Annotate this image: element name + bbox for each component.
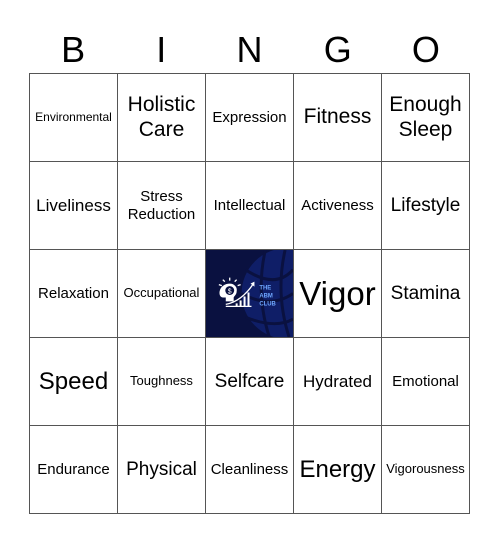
- bingo-cell[interactable]: Physical: [118, 426, 206, 514]
- header-letter-o: O: [411, 29, 440, 70]
- bingo-cell[interactable]: Hydrated: [294, 338, 382, 426]
- header-letter-b: B: [61, 29, 86, 70]
- bingo-cell[interactable]: Relaxation: [30, 250, 118, 338]
- bingo-cell[interactable]: Enough Sleep: [382, 74, 470, 162]
- bingo-cell[interactable]: Vigor: [294, 250, 382, 338]
- logo-text-line-3: CLUB: [259, 301, 275, 307]
- bingo-cell[interactable]: Occupational: [118, 250, 206, 338]
- header-letter-i: I: [156, 29, 167, 70]
- free-space-logo[interactable]: $ THE ABM CLUB: [206, 250, 294, 338]
- logo-text-line-2: ABM: [259, 293, 273, 299]
- header-letter-n: N: [236, 29, 263, 70]
- bingo-cell[interactable]: Vigorousness: [382, 426, 470, 514]
- bingo-cell[interactable]: Liveliness: [30, 162, 118, 250]
- bingo-cell[interactable]: Energy: [294, 426, 382, 514]
- bingo-cell[interactable]: Fitness: [294, 74, 382, 162]
- svg-text:$: $: [228, 289, 232, 296]
- bingo-cell[interactable]: Selfcare: [206, 338, 294, 426]
- logo-text-line-1: THE: [259, 286, 271, 292]
- bingo-cell[interactable]: Activeness: [294, 162, 382, 250]
- bingo-cell[interactable]: Intellectual: [206, 162, 294, 250]
- bingo-cell[interactable]: Toughness: [118, 338, 206, 426]
- bingo-header: B I N G O: [29, 28, 470, 72]
- bingo-cell[interactable]: Endurance: [30, 426, 118, 514]
- abm-club-logo: $ THE ABM CLUB: [206, 250, 293, 337]
- header-letter-g: G: [323, 29, 352, 70]
- bingo-cell[interactable]: Stamina: [382, 250, 470, 338]
- bingo-cell[interactable]: Stress Reduction: [118, 162, 206, 250]
- bingo-cell[interactable]: Speed: [30, 338, 118, 426]
- bingo-cell[interactable]: Cleanliness: [206, 426, 294, 514]
- bingo-cell[interactable]: Expression: [206, 74, 294, 162]
- bingo-cell[interactable]: Emotional: [382, 338, 470, 426]
- bingo-cell[interactable]: Lifestyle: [382, 162, 470, 250]
- bingo-cell[interactable]: Environmental: [30, 74, 118, 162]
- bingo-board: Environmental Holistic Care Expression F…: [29, 73, 470, 514]
- bingo-cell[interactable]: Holistic Care: [118, 74, 206, 162]
